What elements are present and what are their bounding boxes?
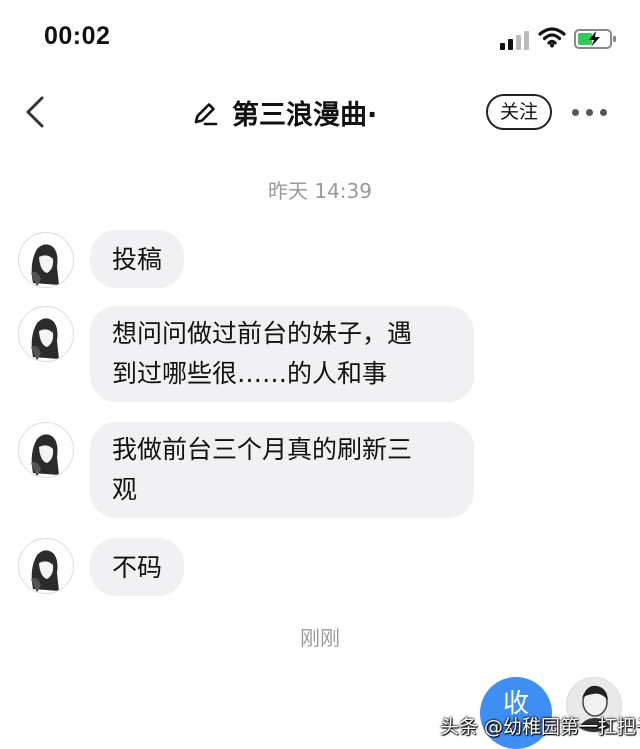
more-options-icon[interactable] <box>572 109 608 117</box>
message-text-line: 我做前台三个月真的刷新三 <box>112 435 413 464</box>
message-bubble: 不码 <box>90 538 185 596</box>
avatar[interactable] <box>18 306 74 362</box>
message-text-line: 想问问做过前台的妹子，遇 <box>112 319 413 348</box>
message-text-line: 观 <box>112 475 138 504</box>
timestamp: 刚刚 <box>300 626 340 650</box>
avatar[interactable] <box>18 538 74 594</box>
message-text: 投稿 <box>112 245 163 274</box>
follow-button[interactable]: 关注 <box>486 94 552 130</box>
battery-charging-icon <box>574 29 616 49</box>
message-bubble: 想问问做过前台的妹子，遇 到过哪些很……的人和事 <box>90 306 474 402</box>
message-bubble: 我做前台三个月真的刷新三 观 <box>90 422 474 518</box>
wifi-icon <box>538 27 566 48</box>
chat-title: 第三浪漫曲· <box>232 100 378 131</box>
watermark: 头条 @幼稚园第一扛把子 <box>440 716 640 738</box>
chat-header: 第三浪漫曲· 关注 <box>0 78 640 148</box>
avatar[interactable] <box>18 422 74 478</box>
status-time: 00:02 <box>44 22 111 50</box>
pencil-icon <box>194 103 218 126</box>
message-text: 不码 <box>112 553 163 582</box>
timestamp: 昨天 14:39 <box>268 179 372 203</box>
message-bubble: 投稿 <box>90 230 185 288</box>
message-text-line: 到过哪些很……的人和事 <box>112 359 388 388</box>
status-bar: 00:02 <box>0 0 640 78</box>
cellular-signal-icon <box>500 30 532 50</box>
back-arrow-icon[interactable] <box>22 94 50 130</box>
avatar[interactable] <box>18 232 74 288</box>
